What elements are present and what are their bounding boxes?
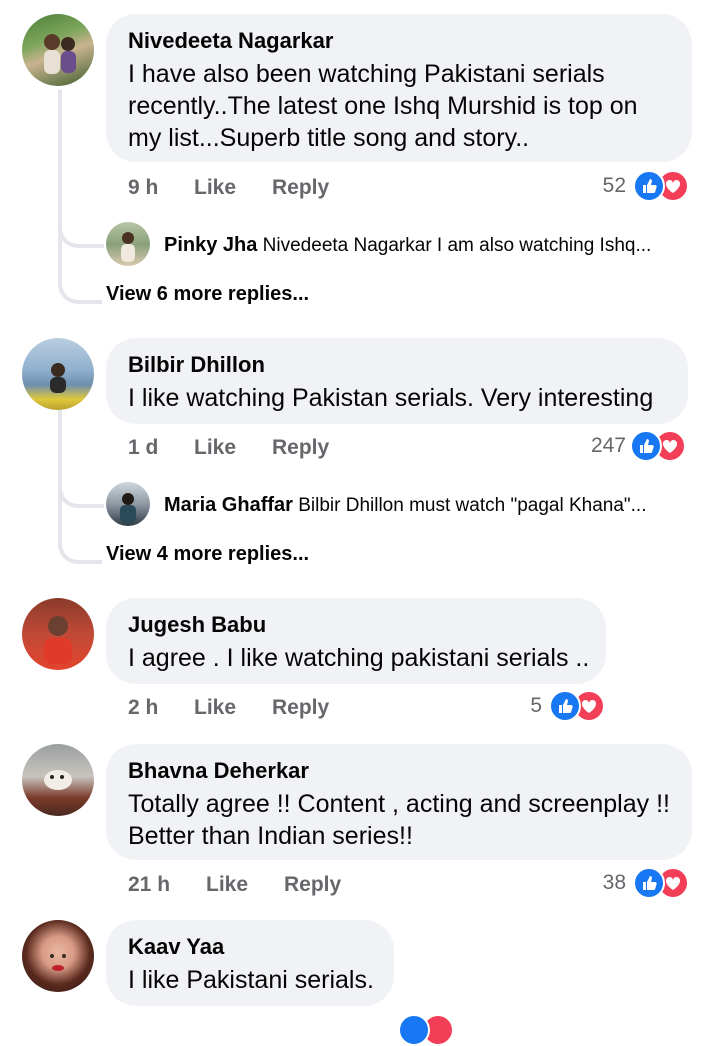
reply-text: Nivedeeta Nagarkar I am also watching Is…: [262, 235, 652, 256]
reply-button[interactable]: Reply: [272, 176, 329, 200]
thread-connector: [58, 278, 102, 304]
avatar[interactable]: [22, 338, 94, 410]
comment-text: I like watching Pakistan serials. Very i…: [128, 384, 654, 412]
thumbs-up-icon: [630, 430, 662, 462]
comment-bubble: Nivedeeta Nagarkar I have also been watc…: [106, 14, 692, 162]
thumbs-up-icon: [549, 690, 581, 722]
thumbs-up-icon: [633, 867, 665, 899]
comment-time[interactable]: 21 h: [128, 873, 170, 897]
comment-bubble: Jugesh Babu I agree . I like watching pa…: [106, 598, 606, 684]
avatar[interactable]: [22, 920, 94, 992]
avatar[interactable]: [22, 14, 94, 86]
reply-button[interactable]: Reply: [272, 696, 329, 720]
thumbs-up-icon: [398, 1014, 430, 1046]
thread-connector: [58, 538, 102, 564]
reply-preview[interactable]: Maria Ghaffar Bilbir Dhillon must watch …: [164, 494, 647, 517]
reaction-count[interactable]: 52: [582, 174, 626, 198]
comment-time[interactable]: 2 h: [128, 696, 158, 720]
reaction-count[interactable]: 5: [506, 694, 542, 718]
like-button[interactable]: Like: [194, 696, 236, 720]
like-button[interactable]: Like: [194, 436, 236, 460]
reactions[interactable]: [398, 1014, 454, 1046]
comment-bubble: Kaav Yaa I like Pakistani serials.: [106, 920, 394, 1006]
like-button[interactable]: Like: [206, 873, 248, 897]
commenter-name[interactable]: Bhavna Deherkar: [128, 758, 309, 784]
view-more-replies[interactable]: View 6 more replies...: [106, 283, 309, 306]
commenter-name[interactable]: Bilbir Dhillon: [128, 352, 265, 378]
reactions[interactable]: [633, 170, 689, 202]
comment-time[interactable]: 1 d: [128, 436, 158, 460]
comment-text: I have also been watching Pakistani seri…: [128, 60, 638, 152]
reply-text: Bilbir Dhillon must watch "pagal Khana".…: [298, 495, 647, 516]
commenter-name[interactable]: Nivedeeta Nagarkar: [128, 28, 333, 54]
avatar[interactable]: [22, 598, 94, 670]
reply-button[interactable]: Reply: [272, 436, 329, 460]
reactions[interactable]: [633, 867, 689, 899]
comment-bubble: Bhavna Deherkar Totally agree !! Content…: [106, 744, 692, 860]
reply-preview[interactable]: Pinky Jha Nivedeeta Nagarkar I am also w…: [164, 234, 651, 257]
comment-text: I agree . I like watching pakistani seri…: [128, 644, 590, 672]
view-more-replies[interactable]: View 4 more replies...: [106, 543, 309, 566]
reply-avatar[interactable]: [106, 482, 150, 526]
comment-text: I like Pakistani serials.: [128, 966, 374, 994]
reply-author[interactable]: Pinky Jha: [164, 234, 257, 256]
thread-line: [58, 90, 62, 280]
commenter-name[interactable]: Kaav Yaa: [128, 934, 224, 960]
comment-bubble: Bilbir Dhillon I like watching Pakistan …: [106, 338, 688, 424]
comment-time[interactable]: 9 h: [128, 176, 158, 200]
reply-author[interactable]: Maria Ghaffar: [164, 494, 293, 516]
like-button[interactable]: Like: [194, 176, 236, 200]
thread-connector: [58, 222, 104, 248]
avatar[interactable]: [22, 744, 94, 816]
reaction-count[interactable]: 38: [584, 871, 626, 895]
reactions[interactable]: [630, 430, 686, 462]
commenter-name[interactable]: Jugesh Babu: [128, 612, 266, 638]
thumbs-up-icon: [633, 170, 665, 202]
reaction-count[interactable]: 247: [570, 434, 626, 458]
reply-avatar[interactable]: [106, 222, 150, 266]
thread-line: [58, 410, 62, 540]
thread-connector: [58, 482, 104, 508]
reply-button[interactable]: Reply: [284, 873, 341, 897]
reactions[interactable]: [549, 690, 605, 722]
comment-text: Totally agree !! Content , acting and sc…: [128, 790, 670, 850]
